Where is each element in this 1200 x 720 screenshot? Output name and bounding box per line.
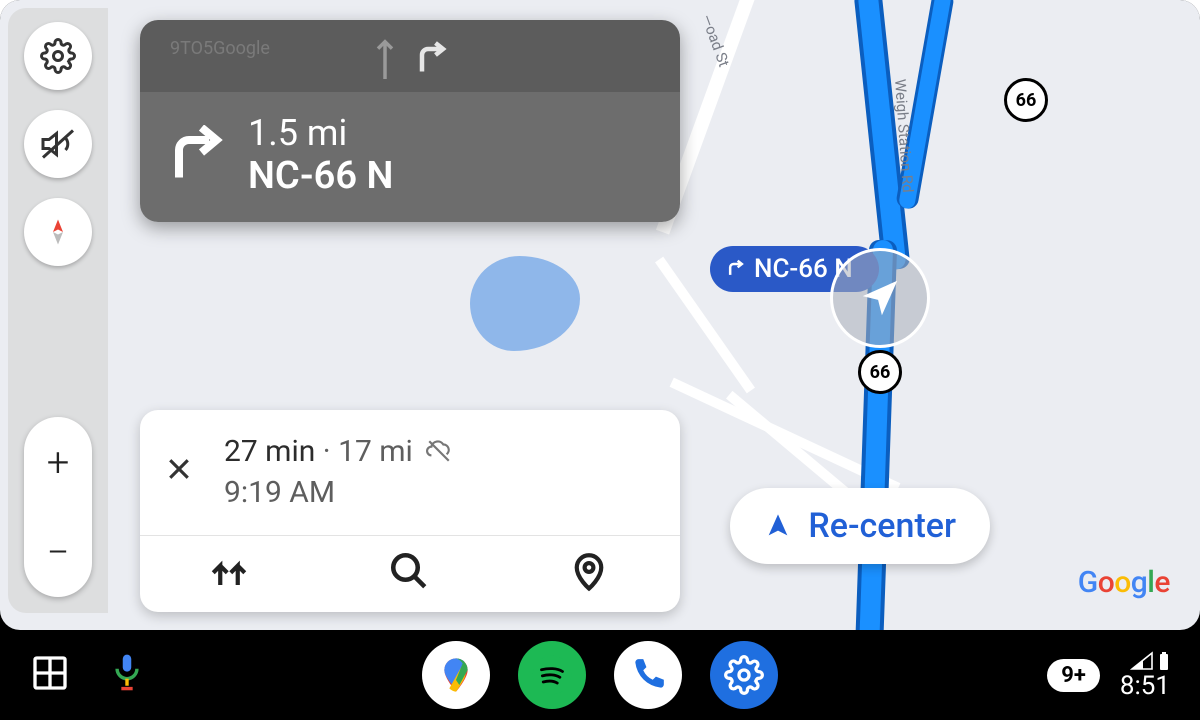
- eta-summary: 27 min · 17 mi 9:19 AM: [224, 432, 452, 513]
- notification-badge[interactable]: 9+: [1047, 659, 1100, 692]
- maps-icon: [436, 655, 476, 695]
- microphone-icon: [110, 651, 144, 695]
- spotify-icon: [531, 654, 573, 696]
- straight-arrow-icon: [371, 32, 399, 84]
- watermark: 9TO5Google: [170, 38, 270, 59]
- alternate-routes-button[interactable]: [208, 550, 252, 594]
- launcher-button[interactable]: [30, 653, 70, 697]
- search-icon: [388, 550, 430, 592]
- signal-icon: [1130, 651, 1154, 671]
- assistant-button[interactable]: [110, 651, 144, 699]
- destination-button[interactable]: [568, 550, 612, 594]
- volume-off-icon: [40, 126, 76, 162]
- google-attribution: Google: [1078, 565, 1170, 600]
- eta-arrival: 9:19 AM: [224, 473, 452, 514]
- search-button[interactable]: [388, 550, 432, 594]
- navigation-card: 9TO5Google 1.5 mi NC-66 N: [140, 20, 680, 222]
- vehicle-position: [830, 248, 930, 348]
- eta-card: 27 min · 17 mi 9:19 AM: [140, 410, 680, 612]
- mute-button[interactable]: [24, 110, 92, 178]
- phone-app-button[interactable]: [614, 641, 682, 709]
- close-navigation-button[interactable]: [164, 454, 194, 492]
- route-shield: 66: [1004, 78, 1048, 122]
- nav-distance: 1.5 mi: [248, 112, 393, 154]
- turn-right-icon: [726, 259, 746, 279]
- routes-icon: [208, 550, 250, 592]
- status-clock: 8:51: [1120, 673, 1170, 699]
- map-canvas[interactable]: Weigh Station Rd —oad St 66 66 NC-66 N: [0, 0, 1200, 630]
- gear-icon: [724, 655, 764, 695]
- location-pin-icon: [568, 550, 610, 592]
- battery-icon: [1158, 651, 1170, 671]
- system-bottom-bar: 9+ 8:51: [0, 630, 1200, 720]
- zoom-out-button[interactable]: −: [47, 529, 70, 576]
- maps-app-button[interactable]: [422, 641, 490, 709]
- settings-app-button[interactable]: [710, 641, 778, 709]
- compass-button[interactable]: [24, 198, 92, 266]
- gear-icon: [40, 38, 76, 74]
- settings-button[interactable]: [24, 22, 92, 90]
- spotify-app-button[interactable]: [518, 641, 586, 709]
- navigation-arrow-icon: [857, 275, 903, 321]
- eta-duration: 27 min: [224, 434, 315, 469]
- left-rail: + −: [8, 8, 108, 613]
- compass-icon: [43, 217, 73, 247]
- navigation-icon: [764, 512, 792, 540]
- eta-distance: 17 mi: [338, 434, 413, 469]
- zoom-control: + −: [24, 417, 92, 597]
- route-shield: 66: [858, 350, 902, 394]
- zoom-in-button[interactable]: +: [47, 439, 70, 486]
- turn-right-icon: [164, 125, 224, 185]
- nav-road: NC-66 N: [248, 154, 393, 198]
- location-accuracy-blob: [470, 256, 580, 351]
- turn-right-icon: [413, 40, 449, 76]
- close-icon: [164, 454, 194, 484]
- recenter-button[interactable]: Re-center: [730, 488, 990, 564]
- phone-icon: [629, 656, 667, 694]
- recenter-label: Re-center: [808, 506, 956, 546]
- cloud-off-icon: [426, 438, 452, 464]
- grid-icon: [30, 653, 70, 693]
